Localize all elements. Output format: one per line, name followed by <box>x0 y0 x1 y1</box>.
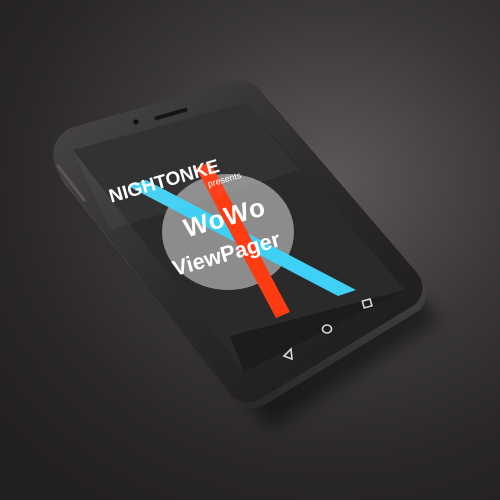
front-camera <box>132 118 140 126</box>
phone-mockup-scene: NIGHTONKE presents WoWo ViewPager <box>0 0 500 500</box>
